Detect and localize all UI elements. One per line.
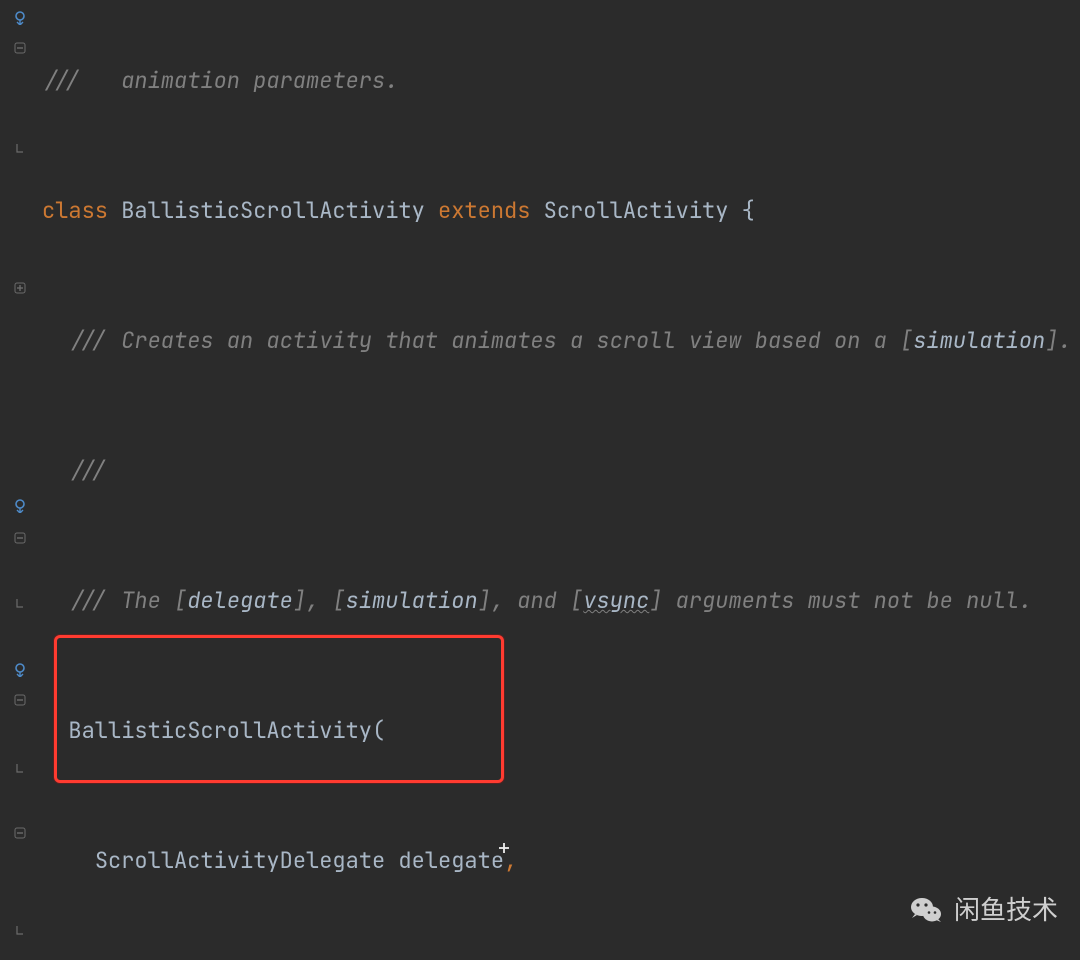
code-line[interactable]: /// animation parameters.: [40, 65, 1080, 98]
override-down-icon[interactable]: [12, 10, 28, 26]
doc-comment: ] arguments must not be null.: [649, 586, 1032, 615]
fold-minus-icon[interactable]: [12, 692, 28, 708]
doc-comment: /// Creates an activity that animates a …: [68, 326, 913, 355]
doc-comment: ], and [: [478, 586, 584, 615]
watermark: 闲鱼技术: [908, 892, 1058, 928]
doc-comment: ].: [1045, 326, 1071, 355]
code-line[interactable]: ScrollActivityDelegate delegate,: [40, 845, 1080, 878]
fold-plus-icon[interactable]: [12, 280, 28, 296]
paren: (: [372, 716, 385, 745]
fold-end-icon[interactable]: [12, 595, 28, 611]
highlight-box: [54, 635, 504, 783]
doc-comment: /// The [: [68, 586, 187, 615]
doc-link: simulation: [346, 586, 478, 615]
override-down-icon[interactable]: [12, 498, 28, 514]
code-editor[interactable]: /// animation parameters. class Ballisti…: [0, 0, 1080, 960]
comma: ,: [504, 846, 517, 875]
fold-minus-icon[interactable]: [12, 825, 28, 841]
brace: {: [728, 196, 754, 225]
doc-link: vsync: [583, 586, 649, 615]
type: ScrollActivityDelegate: [95, 846, 385, 875]
override-down-icon[interactable]: [12, 662, 28, 678]
code-area[interactable]: /// animation parameters. class Ballisti…: [40, 0, 1080, 960]
code-line[interactable]: BallisticScrollActivity(: [40, 715, 1080, 748]
keyword-class: class: [42, 196, 108, 225]
superclass-name: ScrollActivity: [544, 196, 729, 225]
code-line[interactable]: ///: [40, 455, 1080, 488]
doc-link: delegate: [187, 586, 293, 615]
doc-link: simulation: [913, 326, 1045, 355]
doc-comment: ], [: [293, 586, 346, 615]
gutter: [0, 0, 40, 960]
doc-comment: ///: [68, 456, 108, 485]
comment-text: /// animation parameters.: [42, 66, 398, 95]
keyword-extends: extends: [438, 196, 530, 225]
fold-minus-icon[interactable]: [12, 40, 28, 56]
code-line[interactable]: /// Creates an activity that animates a …: [40, 325, 1080, 358]
fold-minus-icon[interactable]: [12, 530, 28, 546]
param: delegate: [385, 846, 504, 875]
constructor-name: BallisticScrollActivity: [68, 716, 372, 745]
fold-end-icon[interactable]: [12, 760, 28, 776]
code-line[interactable]: /// The [delegate], [simulation], and [v…: [40, 585, 1080, 618]
wechat-icon: [908, 892, 944, 928]
resize-handle-icon[interactable]: [496, 775, 512, 791]
watermark-text: 闲鱼技术: [954, 894, 1058, 927]
fold-end-icon[interactable]: [12, 140, 28, 156]
code-line[interactable]: class BallisticScrollActivity extends Sc…: [40, 195, 1080, 228]
class-name: BallisticScrollActivity: [121, 196, 425, 225]
fold-end-icon[interactable]: [12, 922, 28, 938]
